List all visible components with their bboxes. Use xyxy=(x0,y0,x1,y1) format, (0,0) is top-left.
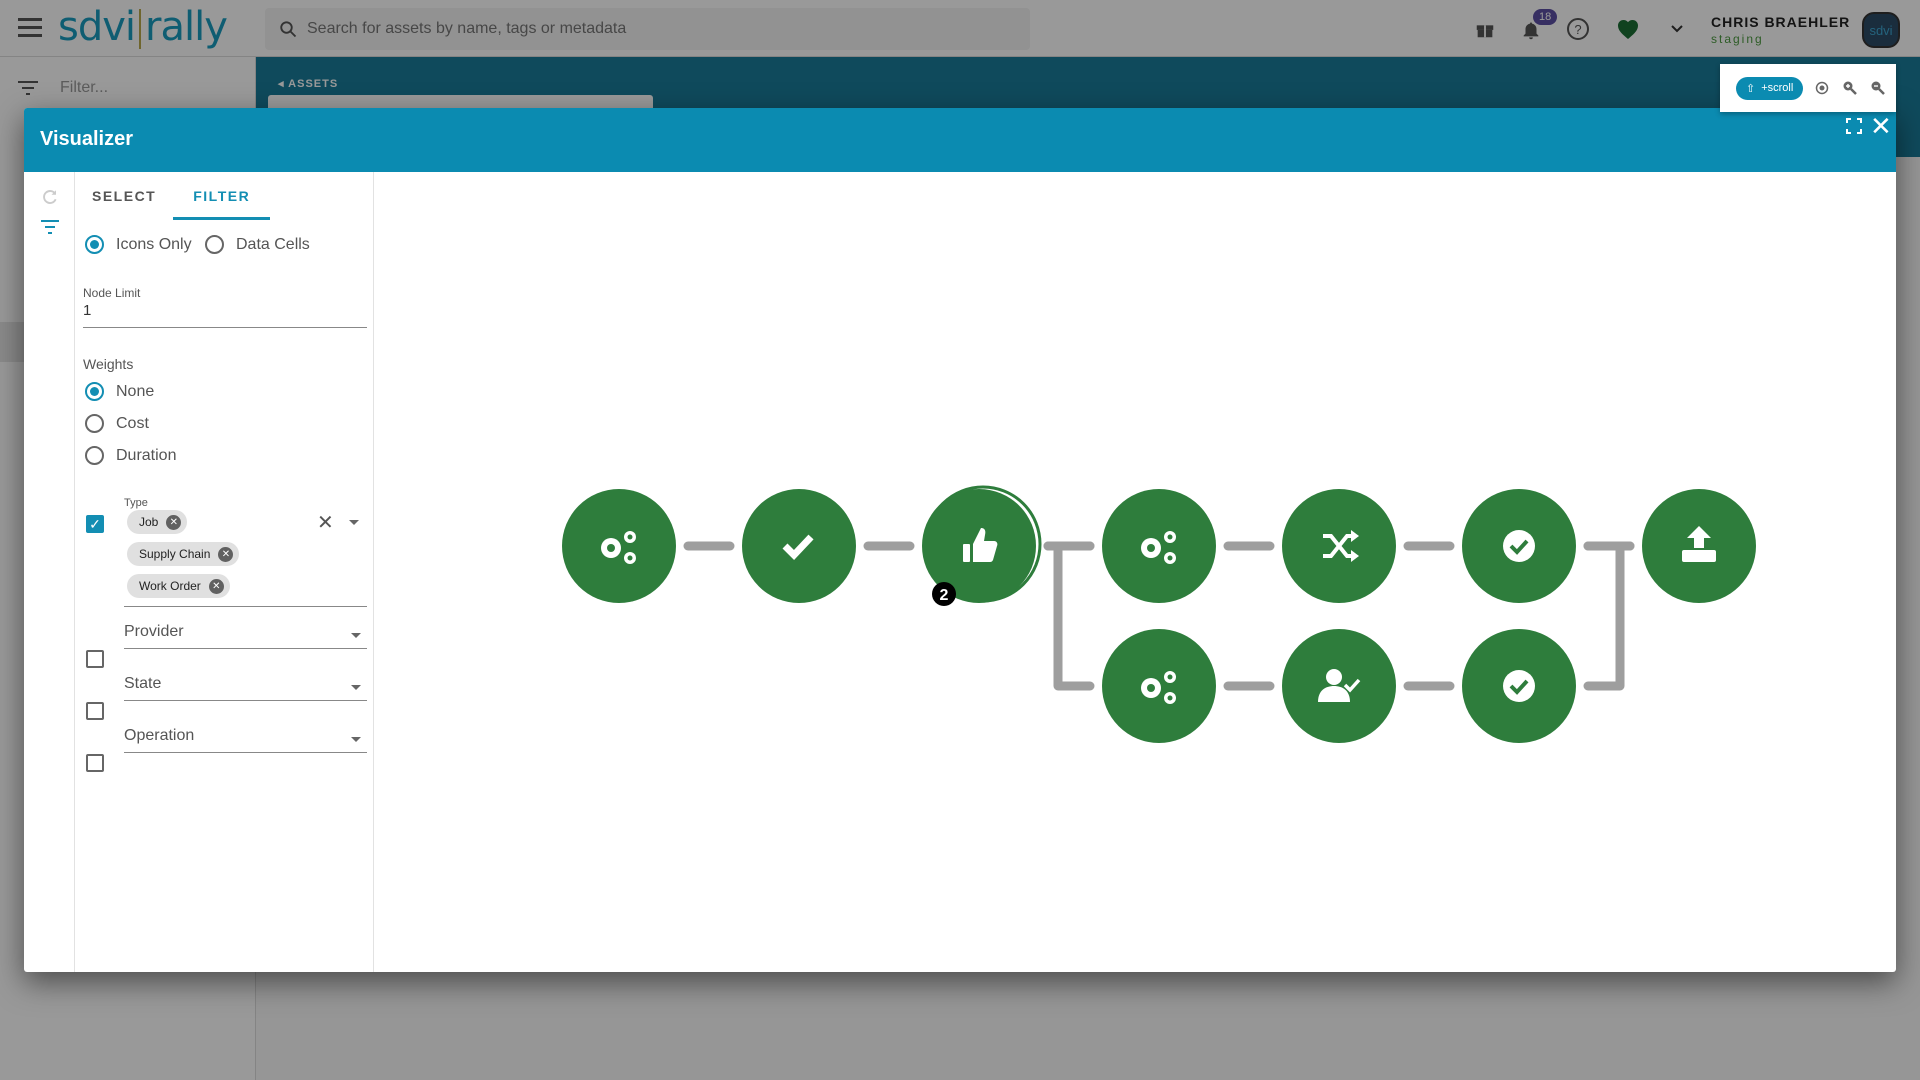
graph-branch-edge xyxy=(1043,541,1095,691)
chevron-down-icon xyxy=(351,737,361,742)
filter-panel: SELECT FILTER Icons Only Data Cells Node… xyxy=(75,172,374,972)
refresh-icon[interactable] xyxy=(41,188,59,206)
modal-title: Visualizer xyxy=(40,128,134,150)
visualizer-modal: Visualizer ✕ SELECT FILTER Icons Only Da… xyxy=(24,108,1896,972)
check-circle-icon xyxy=(1503,530,1535,562)
zoom-out-icon[interactable] xyxy=(1869,79,1887,97)
chevron-down-icon xyxy=(351,633,361,638)
chip-remove-icon[interactable]: ✕ xyxy=(166,514,182,530)
radio-circle xyxy=(85,446,104,465)
provider-label: Provider xyxy=(124,623,184,640)
filter-icon[interactable] xyxy=(41,220,59,234)
weights-label: Weights xyxy=(83,356,134,372)
provider-checkbox[interactable] xyxy=(86,650,104,668)
radio-circle xyxy=(85,235,104,254)
chip-job: Job ✕ xyxy=(127,510,188,534)
type-dropdown-icon[interactable] xyxy=(349,520,359,525)
tab-filter[interactable]: FILTER xyxy=(173,172,271,220)
node-limit-input[interactable]: 1 xyxy=(83,302,367,328)
shift-icon: ⇧ xyxy=(1746,82,1756,95)
panel-icon-column xyxy=(24,172,75,972)
chip-work-order: Work Order ✕ xyxy=(127,574,230,598)
modal-header: Visualizer ✕ xyxy=(24,108,1896,172)
radio-circle xyxy=(85,414,104,433)
radio-label: Duration xyxy=(116,446,177,464)
check-circle-icon xyxy=(1503,670,1535,702)
radio-label: Icons Only xyxy=(116,235,192,253)
chip-remove-icon[interactable]: ✕ xyxy=(208,578,224,594)
zoom-in-icon[interactable] xyxy=(1841,79,1859,97)
chip-label: Supply Chain xyxy=(139,547,211,561)
scroll-mode-button[interactable]: ⇧ +scroll xyxy=(1736,76,1804,100)
chip-supply-chain: Supply Chain ✕ xyxy=(127,542,240,566)
operation-checkbox[interactable] xyxy=(86,754,104,772)
scroll-label: +scroll xyxy=(1761,82,1794,94)
radio-label: None xyxy=(116,382,155,400)
fullscreen-icon[interactable] xyxy=(1846,118,1862,134)
radio-data-cells[interactable]: Data Cells xyxy=(205,235,310,254)
close-icon[interactable]: ✕ xyxy=(1870,112,1892,140)
radio-weights-duration[interactable]: Duration xyxy=(85,446,176,465)
operation-dropdown[interactable]: Operation xyxy=(124,727,367,753)
chip-remove-icon[interactable]: ✕ xyxy=(218,546,234,562)
state-dropdown[interactable]: State xyxy=(124,675,367,701)
type-checkbox[interactable]: ✓ xyxy=(86,515,104,533)
radio-label: Data Cells xyxy=(236,235,310,253)
graph-canvas[interactable]: 2 xyxy=(374,172,1896,972)
radio-weights-cost[interactable]: Cost xyxy=(85,414,149,433)
node-limit-label: Node Limit xyxy=(83,286,141,300)
node-count-label: 2 xyxy=(940,587,949,604)
graph-node[interactable] xyxy=(1282,629,1396,743)
radio-circle xyxy=(205,235,224,254)
radio-circle xyxy=(85,382,104,401)
center-icon[interactable] xyxy=(1813,79,1831,97)
operation-label: Operation xyxy=(124,727,195,744)
workflow-graph[interactable]: 2 xyxy=(374,172,1896,972)
chip-label: Work Order xyxy=(139,579,201,593)
graph-toolbar: ⇧ +scroll xyxy=(1720,64,1896,112)
chevron-down-icon xyxy=(351,685,361,690)
radio-label: Cost xyxy=(116,414,149,432)
tab-select[interactable]: SELECT xyxy=(75,172,173,220)
radio-icons-only[interactable]: Icons Only xyxy=(85,235,192,254)
chip-label: Job xyxy=(139,515,159,529)
type-label: Type xyxy=(124,497,148,509)
graph-merge-edge xyxy=(1583,541,1635,691)
radio-weights-none[interactable]: None xyxy=(85,382,154,401)
state-checkbox[interactable] xyxy=(86,702,104,720)
provider-dropdown[interactable]: Provider xyxy=(124,623,367,649)
type-underline xyxy=(124,606,367,607)
clear-type-icon[interactable]: ✕ xyxy=(317,510,334,535)
state-label: State xyxy=(124,675,162,692)
